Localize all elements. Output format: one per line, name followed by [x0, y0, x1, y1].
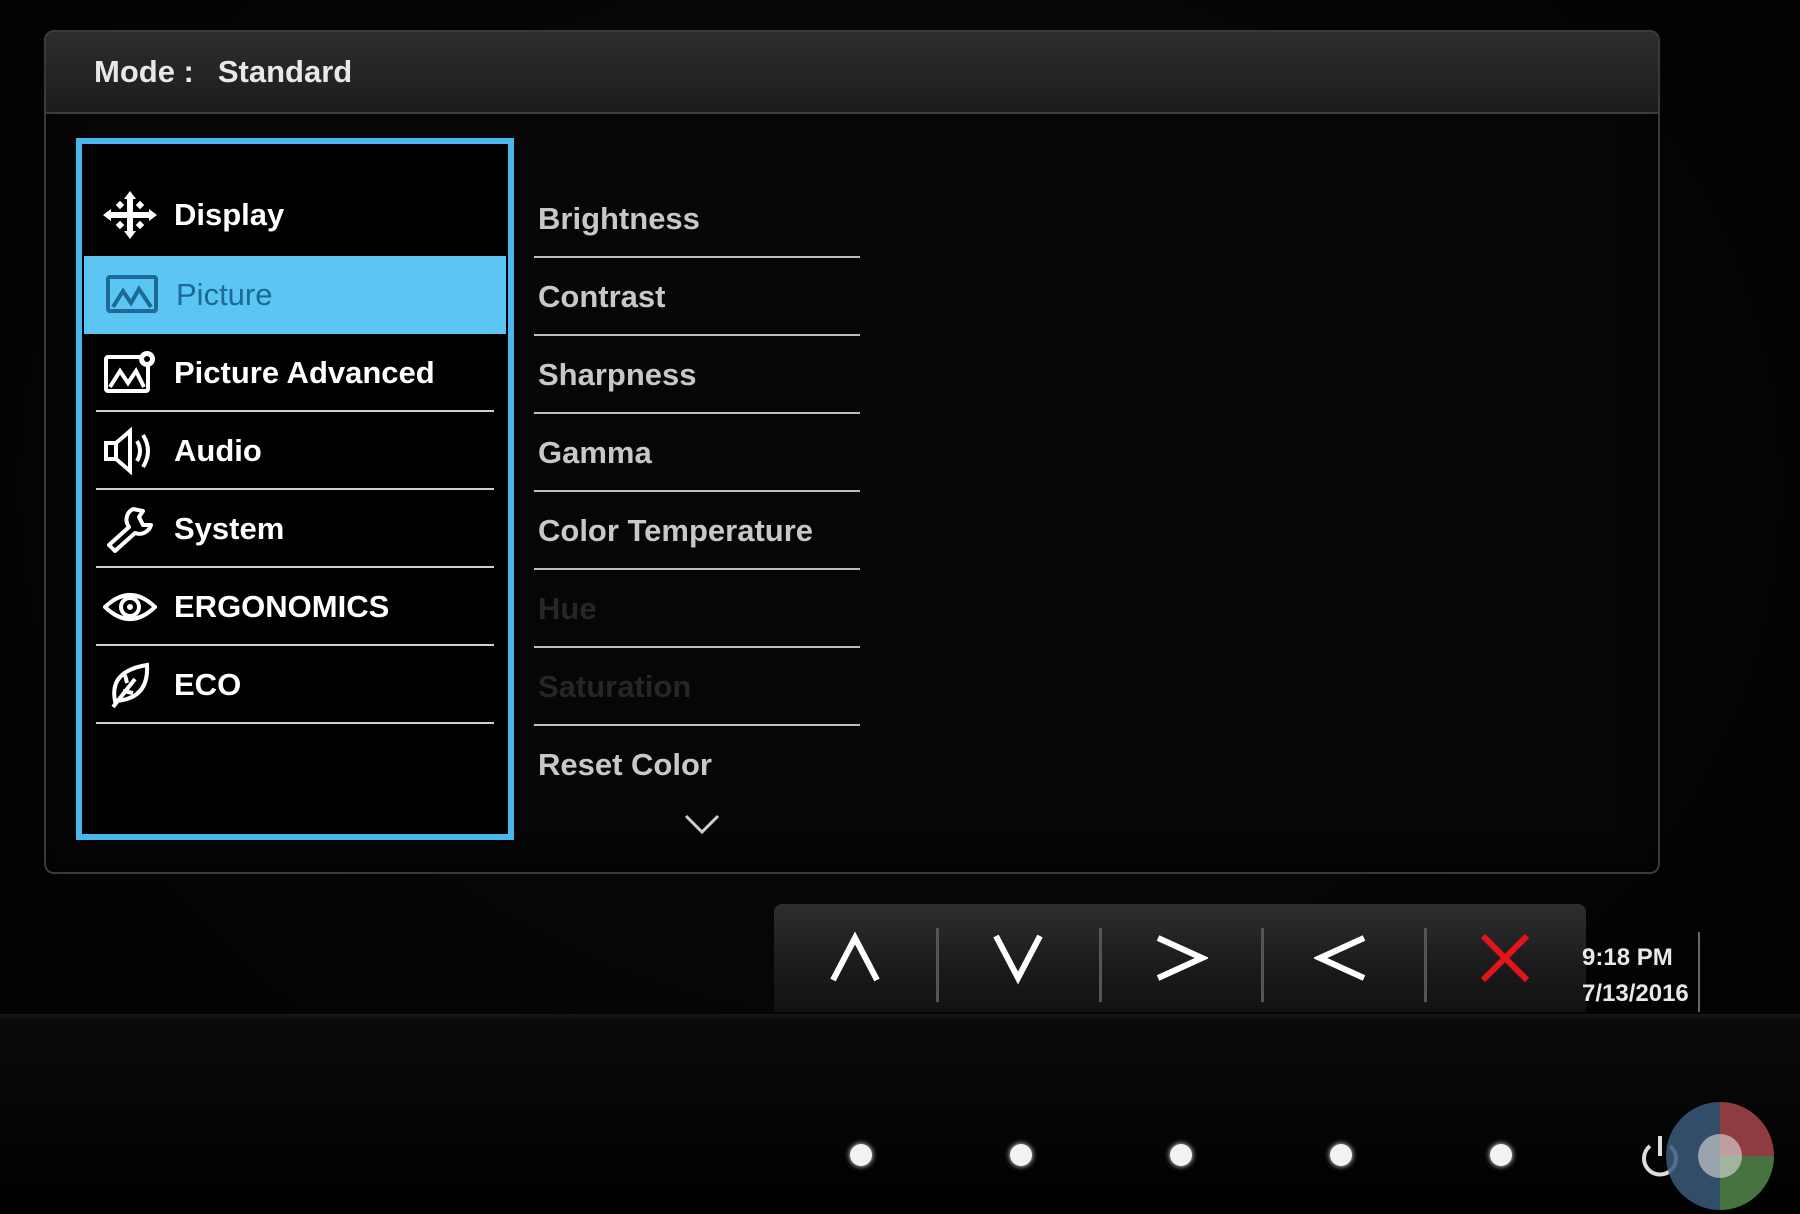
submenu-item-label: Color Temperature — [538, 513, 814, 548]
submenu-item-label: Saturation — [538, 669, 692, 704]
right-arrow-icon — [1156, 935, 1209, 981]
mode-value: Standard — [217, 54, 353, 89]
close-x-icon — [1480, 933, 1529, 983]
menu-item-label: Picture Advanced — [174, 355, 435, 390]
submenu-item-hue: Hue — [534, 570, 860, 648]
submenu-item-label: Contrast — [538, 279, 666, 314]
submenu-item-saturation: Saturation — [534, 648, 860, 726]
hardware-key-1[interactable] — [850, 1144, 872, 1166]
mode-label: Mode : — [94, 54, 194, 89]
menu-item-label: ERGONOMICS — [174, 589, 390, 624]
scroll-down-chevron-icon[interactable] — [684, 812, 720, 836]
submenu-item-color-temperature[interactable]: Color Temperature — [534, 492, 860, 570]
speaker-icon — [100, 426, 160, 476]
submenu-item-gamma[interactable]: Gamma — [534, 414, 860, 492]
picture-advanced-icon — [100, 348, 160, 398]
key-exit[interactable] — [1423, 904, 1586, 1012]
menu-item-picture-advanced[interactable]: Picture Advanced — [82, 334, 508, 412]
category-menu: Display Picture Picture Advanced Audio S… — [76, 138, 514, 840]
menu-item-label: Picture — [176, 277, 273, 312]
submenu-item-sharpness[interactable]: Sharpness — [534, 336, 860, 414]
taskbar-edge — [1698, 932, 1700, 1012]
menu-item-eco[interactable]: ECO — [82, 646, 508, 724]
menu-item-label: Display — [174, 197, 285, 232]
clock-date: 7/13/2016 — [1582, 980, 1689, 1007]
menu-item-ergonomics[interactable]: ERGONOMICS — [82, 568, 508, 646]
left-arrow-icon — [1314, 935, 1366, 981]
key-left[interactable] — [1261, 904, 1423, 1012]
hardware-key-3[interactable] — [1170, 1144, 1192, 1166]
menu-item-display[interactable]: Display — [82, 176, 508, 254]
submenu-item-label: Reset Color — [538, 747, 712, 782]
divider — [96, 722, 494, 724]
key-guide-bar — [774, 904, 1586, 1012]
key-down[interactable] — [936, 904, 1098, 1012]
menu-item-label: ECO — [174, 667, 242, 702]
mode-header: Mode : Standard — [46, 32, 1658, 114]
monitor-bezel — [0, 1020, 1800, 1214]
menu-item-audio[interactable]: Audio — [82, 412, 508, 490]
submenu-item-label: Gamma — [538, 435, 652, 470]
submenu-item-reset-color[interactable]: Reset Color — [534, 726, 860, 804]
key-up[interactable] — [774, 904, 936, 1012]
menu-item-label: Audio — [174, 433, 262, 468]
submenu-item-label: Brightness — [538, 201, 700, 236]
leaf-icon — [100, 660, 160, 710]
key-right[interactable] — [1098, 904, 1261, 1012]
picture-icon — [102, 270, 162, 320]
menu-item-picture[interactable]: Picture — [84, 256, 506, 334]
display-icon — [100, 190, 160, 240]
submenu-item-contrast[interactable]: Contrast — [534, 258, 860, 336]
menu-item-system[interactable]: System — [82, 490, 508, 568]
menu-item-label: System — [174, 511, 285, 546]
watermark-logo-icon — [1666, 1102, 1774, 1210]
hardware-key-2[interactable] — [1010, 1144, 1032, 1166]
clock-time: 9:18 PM — [1582, 944, 1673, 971]
submenu-item-label: Hue — [538, 591, 597, 626]
hardware-key-5[interactable] — [1490, 1144, 1512, 1166]
up-arrow-icon — [830, 931, 880, 982]
down-arrow-icon — [992, 934, 1043, 985]
hardware-key-4[interactable] — [1330, 1144, 1352, 1166]
taskbar-clock: 9:18 PM 7/13/2016 — [1582, 940, 1689, 1012]
submenu-item-label: Sharpness — [538, 357, 697, 392]
submenu-item-brightness[interactable]: Brightness — [534, 180, 860, 258]
eye-icon — [100, 582, 160, 632]
wrench-icon — [100, 504, 160, 554]
